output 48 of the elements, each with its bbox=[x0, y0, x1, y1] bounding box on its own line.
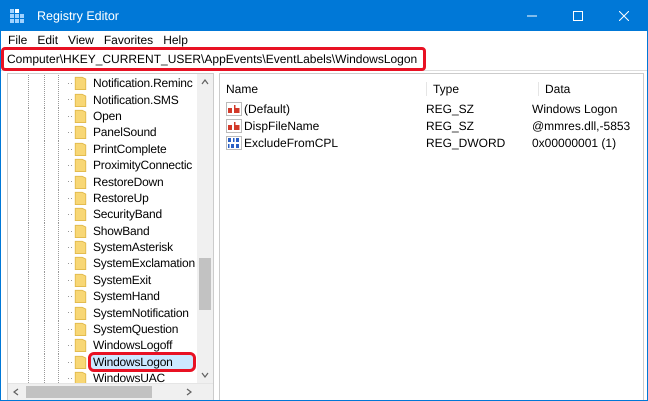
tree-item[interactable]: SecurityBand bbox=[91, 207, 165, 222]
column-header[interactable]: Data bbox=[538, 82, 570, 96]
menu-item[interactable]: File bbox=[4, 32, 34, 46]
tree-item[interactable]: WindowsLogoff bbox=[91, 338, 176, 352]
value-data: Windows Logon bbox=[532, 102, 618, 116]
tree-item[interactable]: SystemQuestion bbox=[91, 322, 182, 336]
tree-item[interactable]: SystemExit bbox=[91, 272, 154, 287]
binary-value-icon bbox=[226, 136, 242, 150]
menu-item[interactable]: Favorites bbox=[100, 32, 160, 46]
tree-item[interactable]: Open bbox=[91, 108, 125, 123]
tree-item[interactable]: Notification.SMS bbox=[91, 92, 182, 107]
address-field[interactable]: Computer\HKEY_CURRENT_USER\AppEvents\EventLabels\WindowsLogon bbox=[1, 47, 426, 71]
menu-item[interactable]: Edit bbox=[33, 32, 64, 46]
tree-item[interactable]: ShowBand bbox=[91, 224, 152, 238]
tree-item[interactable]: PrintComplete bbox=[91, 142, 170, 156]
tree-item[interactable]: SystemHand bbox=[91, 289, 163, 304]
value-type: REG_SZ bbox=[426, 118, 476, 132]
string-value-icon bbox=[226, 118, 242, 132]
value-data: @mmres.dll,-5853 bbox=[532, 118, 630, 132]
tree-item[interactable]: RestoreUp bbox=[91, 190, 152, 205]
registry-icon bbox=[9, 8, 25, 24]
value-type: REG_SZ bbox=[426, 102, 476, 116]
close-icon bbox=[619, 11, 629, 21]
tree-item[interactable]: PanelSound bbox=[91, 125, 160, 140]
tree-item[interactable]: SystemNotification bbox=[91, 306, 192, 320]
value-name[interactable]: DispFileName bbox=[242, 118, 426, 132]
tree-item[interactable]: SystemAsterisk bbox=[91, 240, 176, 254]
column-header[interactable]: Name bbox=[220, 82, 426, 96]
tree-item[interactable]: WindowsUAC bbox=[91, 371, 168, 383]
string-value-icon bbox=[226, 102, 242, 116]
value-name[interactable]: ExcludeFromCPL bbox=[242, 136, 426, 150]
tree-item[interactable]: WindowsLogon bbox=[91, 354, 193, 369]
vertical-scrollbar[interactable] bbox=[197, 74, 213, 383]
menu-item[interactable]: View bbox=[64, 32, 100, 46]
value-data: 0x00000001 (1) bbox=[532, 136, 616, 150]
value-type: REG_DWORD bbox=[426, 136, 506, 150]
value-name[interactable]: (Default) bbox=[242, 102, 426, 116]
horizontal-scrollbar[interactable] bbox=[8, 383, 213, 400]
scrollbar-thumb[interactable] bbox=[199, 258, 211, 310]
column-header[interactable]: Type bbox=[426, 82, 538, 96]
scrollbar-thumb[interactable] bbox=[26, 386, 152, 398]
maximize-icon bbox=[573, 11, 583, 21]
window-title: Registry Editor bbox=[37, 9, 120, 23]
tree-item[interactable]: Notification.Reminc bbox=[91, 76, 196, 90]
tree-item[interactable]: ProximityConnectic bbox=[91, 158, 196, 172]
tree-item[interactable]: RestoreDown bbox=[91, 174, 166, 189]
tree-item[interactable]: SystemExclamation bbox=[91, 256, 197, 270]
menu-item[interactable]: Help bbox=[159, 32, 194, 46]
